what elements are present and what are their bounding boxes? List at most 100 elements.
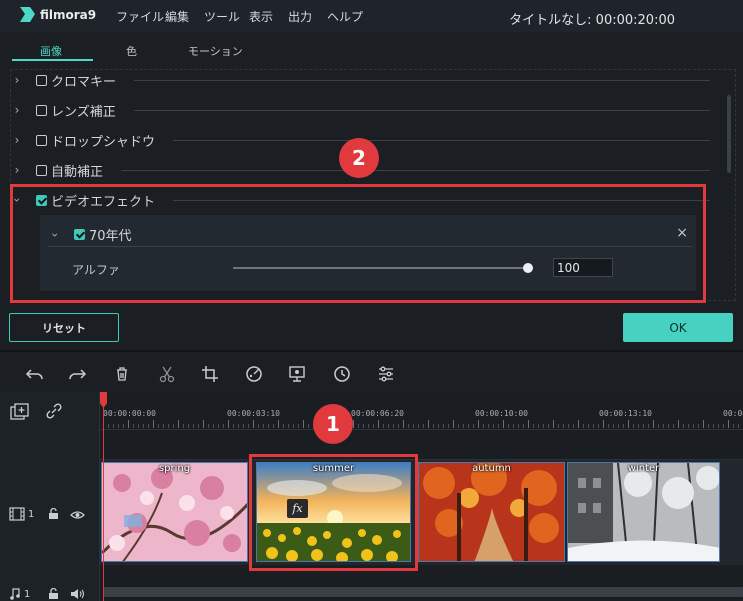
clip-autumn[interactable]: autumn: [418, 462, 565, 562]
annotation-highlight-1: [249, 454, 418, 571]
chevron-right-icon[interactable]: ›: [10, 73, 24, 87]
reset-button[interactable]: リセット: [9, 313, 119, 342]
filmora-logo-icon: [20, 7, 35, 22]
ruler-tick: [163, 424, 164, 428]
link-icon[interactable]: [45, 402, 63, 424]
speaker-icon[interactable]: [70, 588, 86, 601]
ruler-tick: [258, 424, 259, 428]
ruler-tick: [113, 424, 114, 428]
menu-help[interactable]: ヘルプ: [327, 8, 363, 25]
tab-image[interactable]: 画像: [40, 43, 62, 59]
ruler-tick: [298, 424, 299, 428]
ruler-tick: [688, 424, 689, 428]
divider: [121, 169, 710, 171]
ruler-tick: [388, 424, 389, 428]
ruler-tick: [678, 420, 679, 428]
timeline-ruler[interactable]: 00:00:00:00 00:00:03:10 00:00:06:20 00:0…: [100, 392, 743, 430]
ok-button[interactable]: OK: [623, 313, 733, 342]
ruler-tick: [178, 420, 179, 428]
ruler-tick: [728, 420, 729, 428]
tab-motion[interactable]: モーション: [188, 43, 243, 59]
ruler-tick: [528, 420, 529, 428]
ruler-tick: [563, 424, 564, 428]
lock-icon[interactable]: [48, 587, 59, 601]
ruler-tick: [278, 420, 279, 428]
tab-color[interactable]: 色: [126, 43, 137, 59]
playhead[interactable]: [103, 404, 104, 601]
ruler-tick: [128, 420, 129, 428]
lens-correction-checkbox[interactable]: [36, 104, 47, 116]
chroma-key-checkbox[interactable]: [36, 74, 47, 86]
crop-icon[interactable]: [200, 364, 220, 384]
ruler-tick: [668, 424, 669, 428]
ruler-tick: [353, 420, 354, 428]
ruler-tick: [638, 424, 639, 428]
ruler-tick: [173, 424, 174, 428]
music-note-icon: [10, 588, 20, 600]
eye-icon[interactable]: [70, 509, 85, 524]
ruler-tick: [483, 424, 484, 428]
ruler-tick: [538, 424, 539, 428]
ruler-tick: [633, 424, 634, 428]
timecode-1: 00:00:03:10: [227, 409, 280, 418]
ruler-tick: [433, 424, 434, 428]
timecode-3: 00:00:10:00: [475, 409, 528, 418]
menu-file[interactable]: ファイル: [116, 8, 164, 25]
cut-icon[interactable]: [157, 364, 177, 384]
ruler-tick: [593, 424, 594, 428]
timecode-2: 00:00:06:20: [351, 409, 404, 418]
timecode-4: 00:00:13:10: [599, 409, 652, 418]
chevron-right-icon[interactable]: ›: [10, 163, 24, 177]
ruler-tick: [608, 424, 609, 428]
ruler-tick: [738, 424, 739, 428]
clip-winter[interactable]: winter: [567, 462, 720, 562]
chevron-right-icon[interactable]: ›: [10, 103, 24, 117]
effect-row-chroma-key[interactable]: › クロマキー: [10, 65, 710, 95]
delete-icon[interactable]: [112, 364, 132, 384]
lock-icon[interactable]: [48, 507, 59, 524]
menu-edit[interactable]: 編集: [165, 8, 189, 25]
ruler-tick: [108, 424, 109, 428]
ruler-tick: [213, 424, 214, 428]
ruler-tick: [418, 424, 419, 428]
ruler-tick: [613, 424, 614, 428]
speed-icon[interactable]: [332, 364, 352, 384]
undo-icon[interactable]: [25, 364, 45, 384]
ruler-tick: [138, 424, 139, 428]
ruler-tick: [628, 420, 629, 428]
audio-track-bar[interactable]: [103, 587, 743, 597]
effect-row-lens-correction[interactable]: › レンズ補正: [10, 95, 710, 125]
add-track-icon[interactable]: [10, 403, 30, 425]
chevron-right-icon[interactable]: ›: [10, 133, 24, 147]
ruler-tick: [513, 424, 514, 428]
ruler-tick: [228, 420, 229, 428]
ruler-tick: [718, 424, 719, 428]
panel-scrollbar[interactable]: [727, 95, 731, 173]
ruler-tick: [238, 424, 239, 428]
annotation-badge-1: 1: [313, 404, 353, 444]
green-screen-icon[interactable]: [287, 364, 307, 384]
video-track-controls: 1: [9, 507, 34, 521]
ruler-tick: [548, 424, 549, 428]
track-header-column: [0, 392, 100, 601]
ruler-tick: [198, 424, 199, 428]
auto-enhance-checkbox[interactable]: [36, 164, 47, 176]
timecode-0: 00:00:00:00: [103, 409, 156, 418]
menu-tools[interactable]: ツール: [204, 8, 240, 25]
redo-icon[interactable]: [67, 364, 87, 384]
color-icon[interactable]: [244, 364, 264, 384]
ruler-tick: [123, 424, 124, 428]
ruler-tick: [253, 420, 254, 428]
clip-spring[interactable]: spring: [101, 462, 248, 562]
ruler-tick: [188, 424, 189, 428]
menu-export[interactable]: 出力: [288, 8, 312, 25]
spring-thumbnail: [102, 463, 247, 561]
ruler-tick: [243, 424, 244, 428]
drop-shadow-checkbox[interactable]: [36, 134, 47, 146]
ruler-tick: [478, 420, 479, 428]
film-icon: [9, 507, 25, 521]
menu-view[interactable]: 表示: [249, 8, 273, 25]
ruler-tick: [698, 424, 699, 428]
ruler-tick: [573, 424, 574, 428]
adjust-icon[interactable]: [376, 364, 396, 384]
